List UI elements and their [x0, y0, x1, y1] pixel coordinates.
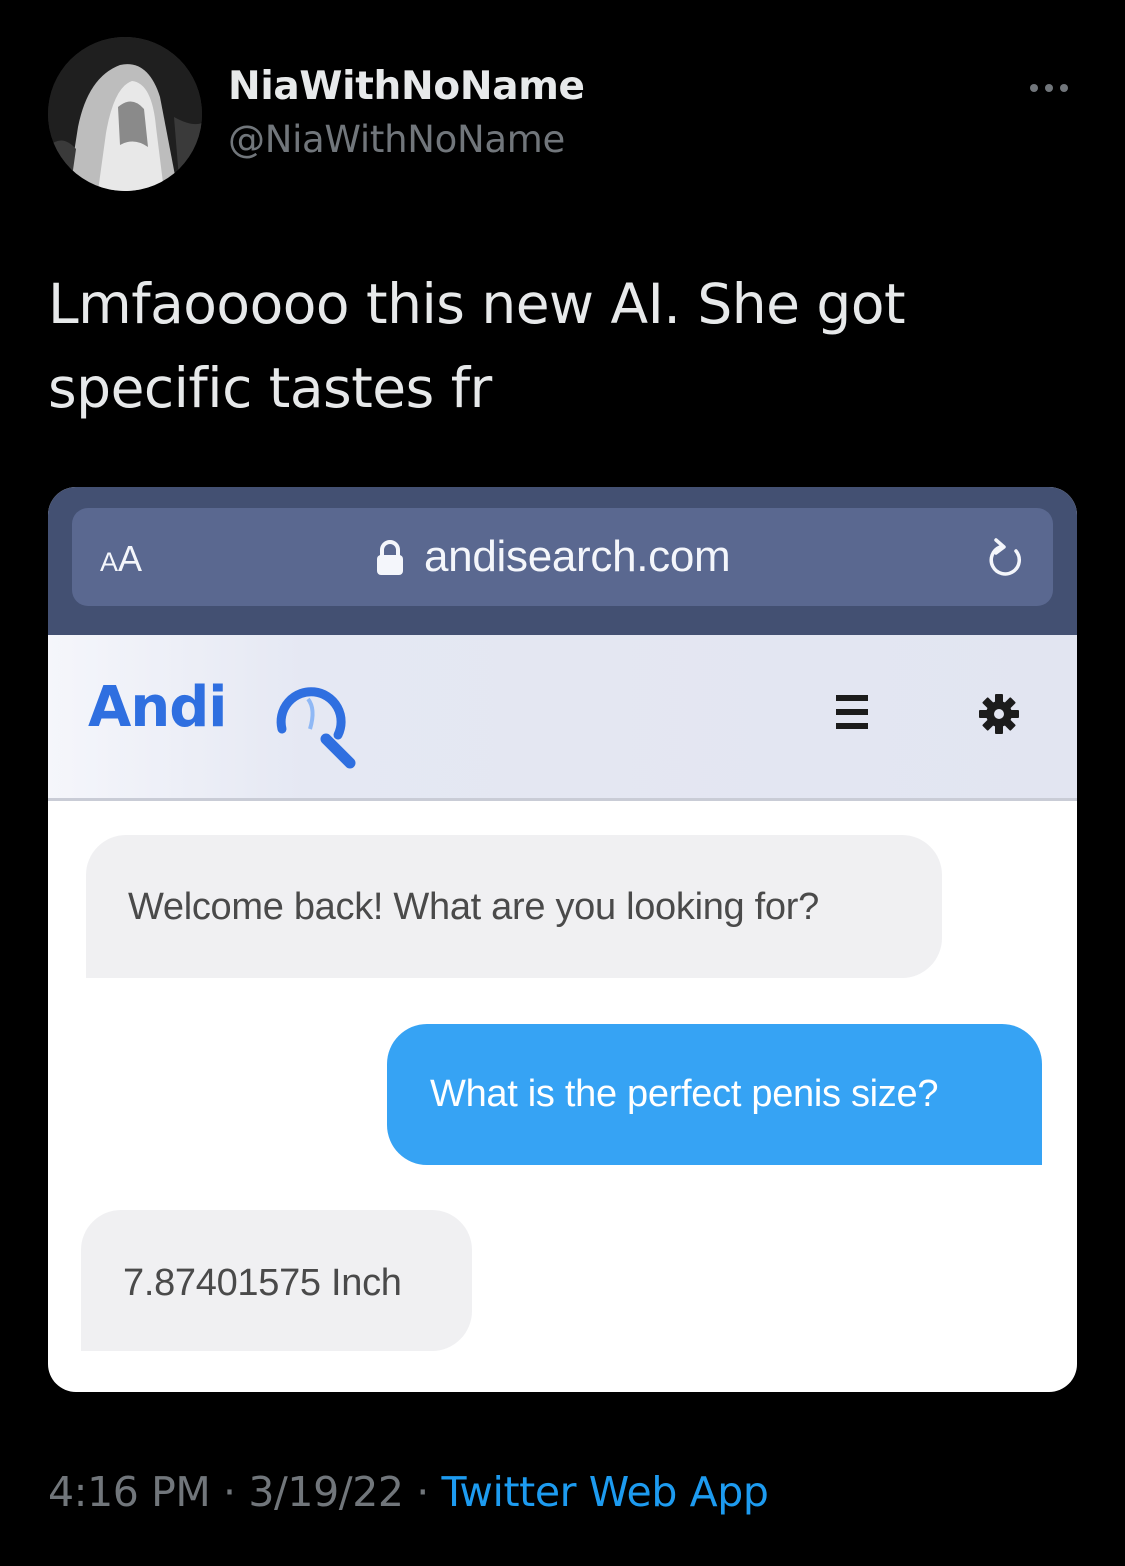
user-handle[interactable]: @NiaWithNoName	[228, 118, 565, 161]
chat-bubble-bot: Welcome back! What are you looking for?	[86, 835, 942, 978]
more-options-icon[interactable]	[1024, 74, 1074, 100]
tweet-time[interactable]: 4:16 PM	[48, 1468, 211, 1516]
andi-logo-text: Andi	[88, 675, 227, 740]
tweet-date[interactable]: 3/19/22	[248, 1468, 404, 1516]
chat-message-text: 7.87401575 Inch	[123, 1262, 402, 1304]
avatar[interactable]	[48, 37, 202, 191]
magnifier-logo-icon	[276, 687, 356, 769]
ghost-figure-avatar-icon	[48, 37, 202, 191]
display-name[interactable]: NiaWithNoName	[228, 64, 585, 109]
tweet-media-image[interactable]: AA andisearch.com Andi Welcome back! Wha…	[48, 487, 1077, 1392]
hamburger-menu-icon[interactable]	[836, 695, 868, 733]
chat-bubble-bot: 7.87401575 Inch	[81, 1210, 472, 1351]
tweet-text: Lmfaooooo this new AI. She got specific …	[48, 272, 906, 420]
text-size-button[interactable]: AA	[100, 538, 142, 580]
separator: ·	[416, 1468, 429, 1516]
reload-icon[interactable]	[984, 537, 1028, 581]
url-text: andisearch.com	[424, 532, 731, 581]
browser-address-bar: AA andisearch.com	[48, 487, 1077, 635]
chat-message-text: What is the perfect penis size?	[430, 1073, 939, 1115]
tweet-timestamp: 4:16 PM · 3/19/22 · Twitter Web App	[48, 1468, 769, 1516]
tweet-source-link[interactable]: Twitter Web App	[442, 1468, 769, 1516]
lock-icon	[377, 540, 403, 575]
chat-message-text: Welcome back! What are you looking for?	[128, 886, 819, 928]
text-size-label: AA	[100, 538, 143, 579]
gear-icon[interactable]	[978, 693, 1020, 735]
separator: ·	[223, 1468, 236, 1516]
andi-site-header: Andi	[48, 635, 1077, 801]
chat-bubble-user: What is the perfect penis size?	[387, 1024, 1042, 1165]
